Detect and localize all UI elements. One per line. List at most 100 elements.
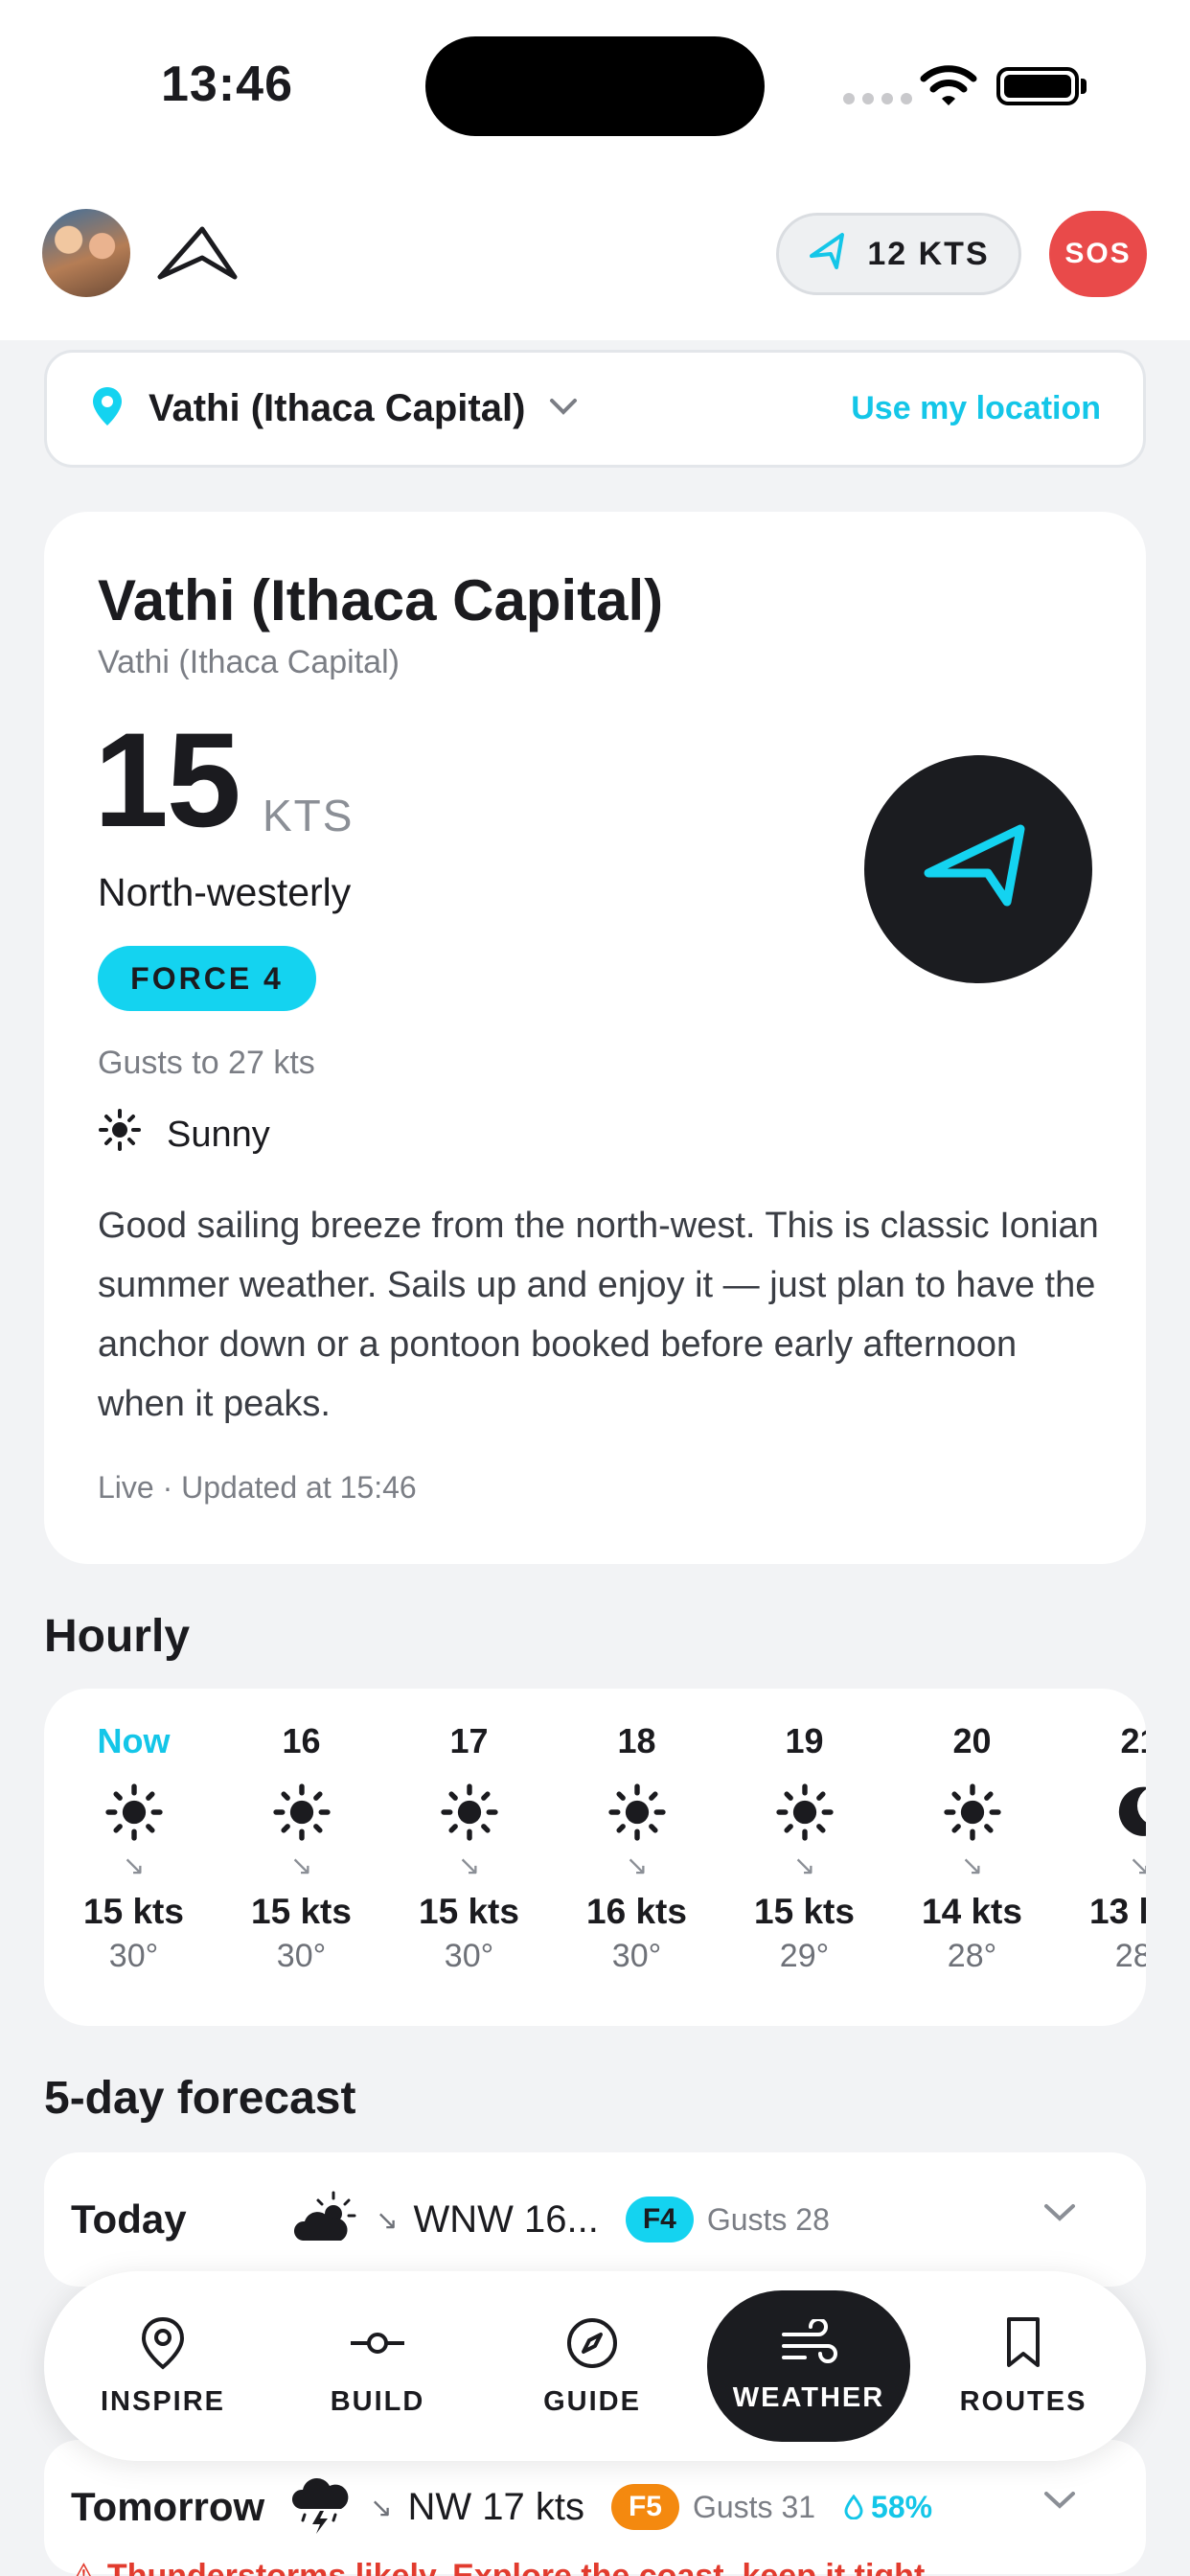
nav-inspire[interactable]: INSPIRE — [67, 2271, 259, 2461]
hourly-item: 19 ↘ 15 kts 29° — [721, 1689, 888, 1975]
forecast-warning: ⚠ Thunderstorms likely. Explore the coas… — [69, 2558, 934, 2576]
forecast-gusts: Gusts 28 — [706, 2201, 830, 2237]
chevron-down-icon — [548, 396, 579, 422]
hourly-item: 16 ↘ 15 kts 30° — [217, 1689, 385, 1975]
wind-speed-unit: KTS — [263, 791, 355, 840]
hour-temp: 30° — [276, 1938, 327, 1974]
battery-tip — [1081, 79, 1087, 94]
hour-temp: 30° — [108, 1938, 159, 1974]
forecast-wind: NW 17 kts — [407, 2485, 584, 2528]
forecast-day: Today — [71, 2196, 187, 2242]
sun-icon — [50, 1782, 217, 1844]
nav-label: BUILD — [330, 2385, 425, 2417]
nav-build[interactable]: BUILD — [282, 2271, 473, 2461]
wind-arrow-icon: ↘ — [960, 1851, 984, 1880]
forecast-gusts: Gusts 31 — [692, 2489, 816, 2524]
forecast-row-today[interactable]: Today ↘ WNW 16... F4 Gusts 28 — [44, 2152, 1146, 2287]
wind-arrow-icon — [808, 231, 846, 278]
card-title: Vathi (Ithaca Capital) — [98, 568, 664, 632]
sun-icon — [721, 1782, 888, 1844]
hour-temp: 30° — [444, 1938, 494, 1974]
condition-label: Sunny — [167, 1114, 270, 1155]
sun-icon — [888, 1782, 1056, 1844]
hourly-strip[interactable]: Now ↘ 15 kts 30° 16 ↘ 15 kts 30° 17 ↘ 15… — [44, 1689, 1146, 2026]
hour-label: 18 — [617, 1721, 656, 1760]
hour-kts: 15 kts — [419, 1892, 519, 1931]
storm-cloud-icon — [291, 2474, 353, 2541]
sun-icon — [217, 1782, 385, 1844]
nav-label: WEATHER — [732, 2381, 885, 2413]
nav-label: GUIDE — [543, 2385, 641, 2417]
wind-arrow-icon: ↘ — [289, 1851, 313, 1880]
nav-label: ROUTES — [959, 2385, 1087, 2417]
use-my-location-link[interactable]: Use my location — [851, 390, 1101, 427]
hourly-item: 17 ↘ 15 kts 30° — [385, 1689, 553, 1975]
avatar[interactable] — [42, 209, 130, 297]
forecast-day: Tomorrow — [71, 2484, 265, 2529]
wind-speed-value: 15 — [94, 704, 241, 855]
hour-label: 19 — [785, 1721, 824, 1760]
hour-kts: 15 kts — [251, 1892, 352, 1931]
card-subtitle: Vathi (Ithaca Capital) — [98, 644, 400, 680]
forecast-wind: WNW 16... — [413, 2197, 599, 2241]
rain-chance: 58% — [844, 2490, 932, 2525]
wind-arrow-icon: ↘ — [122, 1851, 146, 1880]
wind-arrow-icon: ↘ — [792, 1851, 816, 1880]
updated-text: Live · Updated at 15:46 — [98, 1470, 417, 1505]
hour-kts: 13 kts — [1089, 1892, 1146, 1931]
wind-arrow-icon: ↘ — [457, 1851, 481, 1880]
location-selector[interactable]: Vathi (Ithaca Capital) Use my location — [44, 350, 1146, 468]
sos-button[interactable]: SOS — [1049, 211, 1147, 297]
hour-kts: 16 kts — [586, 1892, 687, 1931]
wind-arrow-icon: ↘ — [625, 1851, 649, 1880]
hour-label: Now — [97, 1721, 171, 1760]
compass-icon — [567, 2317, 617, 2368]
bookmark-icon — [1007, 2316, 1040, 2367]
chevron-down-icon — [1042, 2488, 1077, 2516]
nav-routes[interactable]: ROUTES — [927, 2271, 1119, 2461]
hour-kts: 15 kts — [83, 1892, 184, 1931]
condition-row: Sunny — [98, 1108, 270, 1162]
wind-speed-label: 12 KTS — [867, 235, 990, 272]
wind-icon — [782, 2318, 837, 2363]
hour-label: 16 — [282, 1721, 321, 1760]
location-name: Vathi (Ithaca Capital) — [149, 387, 526, 429]
hourly-item: 18 ↘ 16 kts 30° — [553, 1689, 721, 1975]
sun-icon — [98, 1108, 142, 1162]
navigation-arrow-icon[interactable] — [156, 223, 239, 288]
force-badge: F4 — [625, 2196, 694, 2242]
wind-direction-dial — [864, 755, 1092, 983]
hour-temp: 29° — [779, 1938, 830, 1974]
rain-percent: 58% — [871, 2489, 933, 2524]
hour-temp: 28° — [1114, 1938, 1146, 1974]
wind-direction: North-westerly — [98, 870, 352, 914]
hourly-item: 21 ↘ 13 kts 28° — [1056, 1689, 1146, 1975]
gusts-text: Gusts to 27 kts — [98, 1045, 315, 1081]
current-weather-card: Vathi (Ithaca Capital) Vathi (Ithaca Cap… — [44, 512, 1146, 1564]
hour-label: 20 — [952, 1721, 992, 1760]
location-pin-icon — [91, 385, 124, 432]
hour-label: 21 — [1120, 1721, 1146, 1760]
wind-speed-pill[interactable]: 12 KTS — [776, 213, 1021, 295]
force-badge: FORCE 4 — [98, 946, 316, 1011]
droplet-icon — [844, 2495, 863, 2519]
wind-arrow-icon: ↘ — [376, 2204, 399, 2235]
partly-cloudy-icon — [291, 2191, 358, 2249]
nav-label: INSPIRE — [100, 2385, 226, 2417]
hour-kts: 14 kts — [922, 1892, 1022, 1931]
moon-icon — [1056, 1782, 1146, 1844]
nav-weather[interactable]: WEATHER — [707, 2290, 910, 2442]
hourly-title: Hourly — [44, 1611, 191, 1662]
wind-arrow-icon: ↘ — [370, 2492, 393, 2522]
wifi-icon — [920, 63, 977, 114]
sun-icon — [553, 1782, 721, 1844]
chevron-down-icon — [1042, 2200, 1077, 2228]
hourly-item: Now ↘ 15 kts 30° — [50, 1689, 217, 1975]
nav-guide[interactable]: GUIDE — [496, 2271, 688, 2461]
weather-description: Good sailing breeze from the north-west.… — [98, 1206, 1099, 1424]
hour-temp: 28° — [947, 1938, 997, 1974]
forecast-title: 5-day forecast — [44, 2073, 356, 2124]
wind-arrow-icon: ↘ — [1128, 1851, 1146, 1880]
map-pin-icon — [141, 2316, 185, 2370]
sun-icon — [385, 1782, 553, 1844]
